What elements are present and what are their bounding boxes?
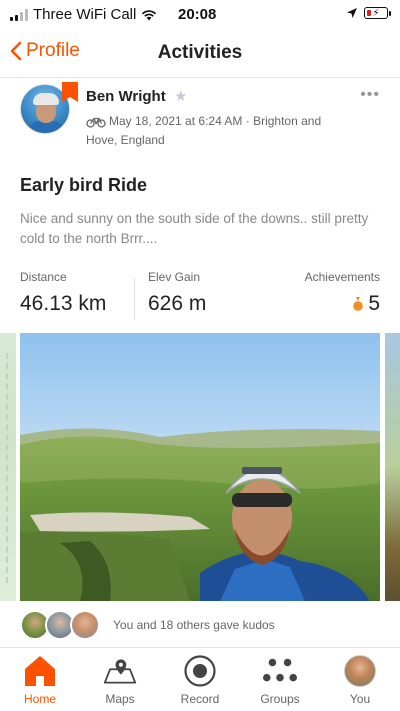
athlete-avatar[interactable] (20, 82, 78, 136)
stat-label: Distance (20, 270, 67, 284)
wifi-icon (142, 9, 157, 20)
status-time: 20:08 (178, 6, 217, 23)
status-bar: Three WiFi Call 20:08 ⚡ (0, 0, 400, 30)
athlete-name[interactable]: Ben Wright (86, 88, 166, 105)
tab-record[interactable]: Record (160, 648, 240, 711)
stat-value: 5 (368, 292, 380, 315)
activity-photo[interactable] (20, 333, 380, 601)
media-carousel[interactable] (0, 333, 400, 601)
tab-bar: Home Maps Record Groups You (0, 647, 400, 711)
stat-value: 626 m (148, 292, 207, 315)
subscriber-badge-icon (62, 82, 78, 102)
chevron-left-icon (10, 41, 22, 61)
star-icon: ★ (174, 88, 188, 105)
profile-avatar-icon (344, 655, 376, 687)
carrier-label: Three WiFi Call (33, 6, 137, 23)
route-map-thumbnail[interactable] (0, 333, 16, 601)
battery-icon: ⚡ (364, 7, 391, 19)
signal-icon (10, 8, 28, 21)
tab-label: You (349, 692, 371, 706)
kudos-text: You and 18 others gave kudos (113, 618, 275, 632)
next-photo-thumbnail[interactable] (385, 333, 400, 601)
more-options-button[interactable]: ••• (360, 86, 380, 104)
kudo-avatars (20, 610, 100, 640)
tab-label: Record (180, 692, 220, 706)
activity-header: Ben Wright ★ ••• May 18, 2021 at 6:24 AM… (20, 82, 380, 164)
groups-icon (263, 658, 297, 682)
location-arrow-icon (347, 8, 357, 18)
stat-achievements[interactable]: Achievements 5 (305, 270, 380, 316)
record-icon (184, 655, 216, 687)
bike-icon (86, 117, 106, 128)
tab-maps[interactable]: Maps (80, 648, 160, 711)
map-pin-icon (103, 659, 137, 684)
tab-label: Home (23, 692, 56, 706)
tab-you[interactable]: You (320, 648, 400, 711)
stat-divider (134, 278, 135, 320)
back-label: Profile (26, 40, 80, 61)
tab-groups[interactable]: Groups (240, 648, 320, 711)
stat-value: 46.13 km (20, 292, 107, 315)
selfie-photo (20, 333, 380, 601)
activity-meta: May 18, 2021 at 6:24 AM · Brighton and H… (86, 112, 336, 150)
activity-title[interactable]: Early bird Ride (20, 175, 147, 196)
status-right: ⚡ (346, 7, 391, 19)
activity-date-location: May 18, 2021 at 6:24 AM · Brighton and H… (86, 114, 322, 147)
activity-description: Nice and sunny on the south side of the … (20, 211, 369, 246)
status-left: Three WiFi Call (10, 6, 157, 23)
tab-label: Groups (260, 692, 300, 706)
back-to-profile-button[interactable]: Profile (10, 40, 80, 62)
home-icon (25, 656, 55, 686)
tab-label: Maps (105, 692, 135, 706)
kudos-row[interactable]: You and 18 others gave kudos (20, 608, 380, 642)
tab-home[interactable]: Home (0, 648, 80, 711)
activity-stats: Distance 46.13 km Elev Gain 626 m Achiev… (20, 270, 380, 325)
stat-distance: Distance 46.13 km (20, 270, 106, 316)
stat-elevation: Elev Gain 626 m (148, 270, 206, 316)
avatar (70, 610, 100, 640)
stat-label: Achievements (304, 270, 380, 284)
medal-icon (353, 297, 364, 311)
charging-bolt-icon: ⚡ (372, 7, 380, 19)
stat-label: Elev Gain (148, 270, 201, 284)
nav-bar: Profile Activities (0, 30, 400, 78)
